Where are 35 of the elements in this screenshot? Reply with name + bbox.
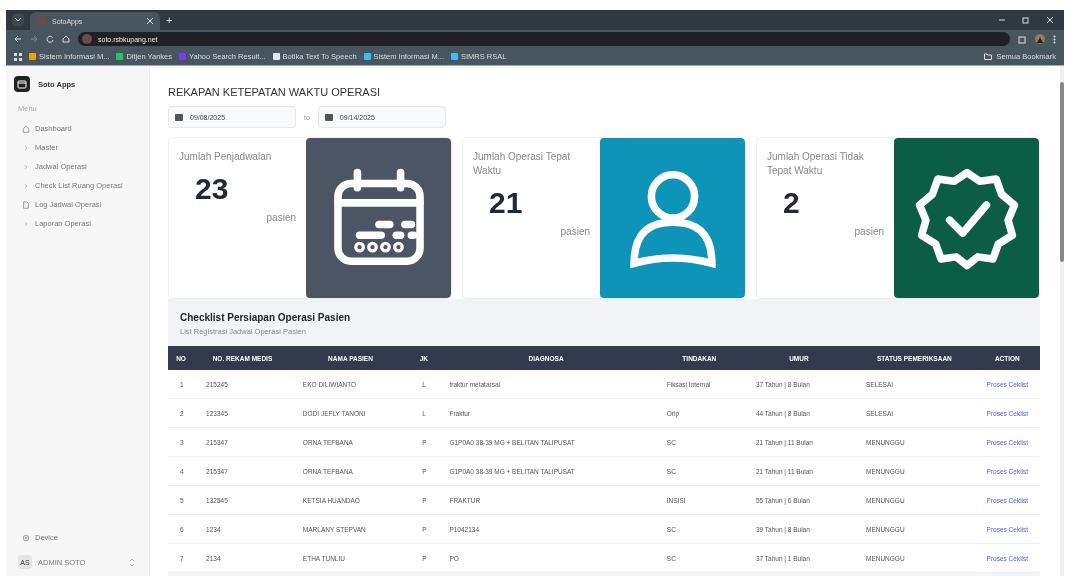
close-icon[interactable] <box>147 18 153 24</box>
page-title: REKAPAN KETEPATAN WAKTU OPERASI <box>168 86 382 98</box>
stat-unit: pasien <box>560 226 590 237</box>
stat-unit: pasien <box>266 212 296 223</box>
stat-label: Jumlah Operasi Tidak Tepat Waktu <box>767 150 865 178</box>
folder-icon <box>984 53 993 60</box>
stat-value: 21 <box>489 186 524 220</box>
chevron-icon <box>22 219 30 228</box>
home-icon[interactable] <box>62 35 70 43</box>
new-tab-button[interactable]: + <box>166 14 173 26</box>
minimize-icon[interactable] <box>998 16 1006 24</box>
stat-label: Jumlah Operasi Tepat Waktu <box>473 150 572 178</box>
gear-icon <box>22 533 30 542</box>
file-icon <box>22 200 30 209</box>
close-icon[interactable] <box>1046 16 1054 24</box>
panel-title: Checklist Persiapan Operasi Pasien <box>180 312 352 323</box>
chevron-icon <box>22 143 30 152</box>
scrollbar[interactable] <box>1060 66 1064 576</box>
apps-grid-icon[interactable] <box>14 52 22 61</box>
restore-icon[interactable] <box>1022 16 1030 24</box>
app-logo-icon <box>14 76 30 92</box>
stat-unit: pasien <box>854 226 884 237</box>
sort-icon <box>129 557 135 567</box>
chevron-icon <box>22 181 30 190</box>
chevron-icon <box>22 162 30 171</box>
reload-icon[interactable] <box>46 35 54 43</box>
profile-avatar-icon[interactable] <box>1035 34 1045 44</box>
caret-icon <box>15 18 21 22</box>
tab-list-button[interactable] <box>12 14 24 26</box>
stat-value: 23 <box>195 172 230 206</box>
stat-value: 2 <box>783 186 801 220</box>
stat-label: Jumlah Penjadwalan <box>179 150 273 164</box>
menu-icon[interactable] <box>1053 34 1056 44</box>
back-icon[interactable] <box>14 35 22 43</box>
home-icon <box>22 124 30 133</box>
